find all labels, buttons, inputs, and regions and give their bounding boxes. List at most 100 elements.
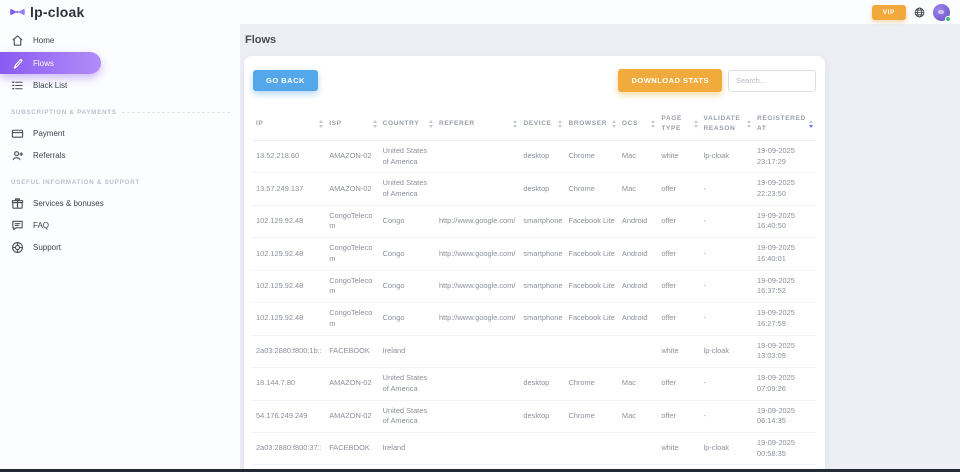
section-divider bbox=[122, 112, 230, 113]
table-row[interactable]: 13.52.218.60 AMAZON-02 United States of … bbox=[253, 140, 816, 172]
cell-referer bbox=[436, 400, 520, 432]
app-logo[interactable]: lp-cloak bbox=[10, 4, 85, 20]
column-header[interactable]: Page type bbox=[658, 108, 700, 140]
column-header-label: Country bbox=[383, 119, 420, 129]
table-row[interactable]: 102.129.92.48 CongoTelecom Congo http://… bbox=[253, 303, 816, 335]
flows-card: GO BACK DOWNLOAD STATS IP bbox=[244, 56, 825, 472]
cell-country: United States of America bbox=[380, 173, 436, 205]
download-stats-button[interactable]: DOWNLOAD STATS bbox=[618, 69, 722, 92]
payment-icon bbox=[11, 127, 24, 140]
cell-ocs: Mac bbox=[619, 400, 658, 432]
column-header[interactable]: OCS bbox=[619, 108, 658, 140]
cell-page-type: white bbox=[658, 140, 700, 172]
sidebar-item-label: Referrals bbox=[33, 151, 65, 160]
cell-country: Congo bbox=[380, 205, 436, 237]
column-header[interactable]: Validate reason bbox=[701, 108, 754, 140]
vip-button[interactable]: VIP bbox=[872, 5, 906, 20]
cell-page-type: offer bbox=[658, 270, 700, 302]
cell-device: smartphone bbox=[520, 270, 565, 302]
user-avatar[interactable] bbox=[933, 4, 950, 21]
cell-ip: 13.52.218.60 bbox=[253, 140, 326, 172]
flows-table: IP ISP bbox=[253, 108, 816, 465]
table-row[interactable]: 102.129.92.48 CongoTelecom Congo http://… bbox=[253, 238, 816, 270]
table-row[interactable]: 54.176.249.249 AMAZON-02 United States o… bbox=[253, 400, 816, 432]
cell-validate-reason: lp-cloak bbox=[701, 433, 754, 465]
go-back-button[interactable]: GO BACK bbox=[253, 70, 318, 91]
sidebar-item-support[interactable]: Support bbox=[0, 237, 240, 258]
sidebar-item-black-list[interactable]: Black List bbox=[0, 75, 240, 96]
column-header-inner: Page type bbox=[661, 114, 697, 134]
cell-browser: Chrome bbox=[565, 400, 618, 432]
sidebar-item-home[interactable]: Home bbox=[0, 30, 240, 51]
table-row[interactable]: 2a03:2880:f800:1b:: FACEBOOK Ireland whi… bbox=[253, 335, 816, 367]
cell-country: Congo bbox=[380, 270, 436, 302]
cell-country: Ireland bbox=[380, 335, 436, 367]
cell-validate-reason: - bbox=[701, 270, 754, 302]
table-header-row: IP ISP bbox=[253, 108, 816, 140]
gift-icon bbox=[11, 197, 24, 210]
sort-icon bbox=[373, 120, 377, 128]
faq-icon bbox=[11, 219, 24, 232]
language-globe-icon[interactable] bbox=[914, 7, 925, 18]
cell-ocs: Mac bbox=[619, 368, 658, 400]
sidebar-item-payment[interactable]: Payment bbox=[0, 123, 240, 144]
cell-referer: http://www.google.com/ bbox=[436, 205, 520, 237]
cell-isp: AMAZON-02 bbox=[326, 173, 379, 205]
support-icon bbox=[11, 241, 24, 254]
cell-referer bbox=[436, 368, 520, 400]
cell-browser: Facebook Lite bbox=[565, 238, 618, 270]
cell-browser bbox=[565, 433, 618, 465]
cell-country: United States of America bbox=[380, 368, 436, 400]
column-header[interactable]: ISP bbox=[326, 108, 379, 140]
cell-page-type: offer bbox=[658, 368, 700, 400]
cell-device bbox=[520, 335, 565, 367]
cell-browser bbox=[565, 335, 618, 367]
sidebar-item-flows[interactable]: Flows bbox=[0, 52, 101, 74]
cell-ip: 2a03:2880:f800:1b:: bbox=[253, 335, 326, 367]
table-row[interactable]: 18.144.7.80 AMAZON-02 United States of A… bbox=[253, 368, 816, 400]
home-icon bbox=[11, 34, 24, 47]
cell-browser: Facebook Lite bbox=[565, 205, 618, 237]
cell-registered-at: 19-09-2025 16:40:50 bbox=[754, 205, 816, 237]
table-row[interactable]: 13.57.249.137 AMAZON-02 United States of… bbox=[253, 173, 816, 205]
table-row[interactable]: 102.129.92.48 CongoTelecom Congo http://… bbox=[253, 270, 816, 302]
cell-device: desktop bbox=[520, 400, 565, 432]
column-header-inner: Validate reason bbox=[704, 114, 751, 134]
cell-ip: 102.129.92.48 bbox=[253, 270, 326, 302]
cell-country: United States of America bbox=[380, 400, 436, 432]
sidebar-item-services-bonuses[interactable]: Services & bonuses bbox=[0, 193, 240, 214]
cell-isp: AMAZON-02 bbox=[326, 400, 379, 432]
column-header-label: Browser bbox=[568, 119, 607, 129]
column-header[interactable]: Country bbox=[380, 108, 436, 140]
cell-country: Congo bbox=[380, 238, 436, 270]
cell-ip: 102.129.92.48 bbox=[253, 238, 326, 270]
column-header[interactable]: Device bbox=[520, 108, 565, 140]
column-header[interactable]: Browser bbox=[565, 108, 618, 140]
table-row[interactable]: 102.129.92.48 CongoTelecom Congo http://… bbox=[253, 205, 816, 237]
search-input[interactable] bbox=[728, 70, 816, 92]
sidebar-item-faq[interactable]: FAQ bbox=[0, 215, 240, 236]
column-header[interactable]: IP bbox=[253, 108, 326, 140]
column-header-label: Validate reason bbox=[704, 114, 745, 134]
cell-ocs: Mac bbox=[619, 140, 658, 172]
sidebar-item-label: Home bbox=[33, 36, 54, 45]
sidebar-item-referrals[interactable]: Referrals bbox=[0, 145, 240, 166]
cell-registered-at: 19-09-2025 00:58:35 bbox=[754, 433, 816, 465]
sort-icon bbox=[513, 120, 517, 128]
cell-ip: 54.176.249.249 bbox=[253, 400, 326, 432]
sort-icon bbox=[651, 120, 655, 128]
column-header[interactable]: Registered at bbox=[754, 108, 816, 140]
cell-registered-at: 19-09-2025 16:27:59 bbox=[754, 303, 816, 335]
cell-browser: Facebook Lite bbox=[565, 270, 618, 302]
column-header-label: IP bbox=[256, 119, 263, 129]
table-body: 13.52.218.60 AMAZON-02 United States of … bbox=[253, 140, 816, 465]
table-row[interactable]: 2a03:2880:f800:37:: FACEBOOK Ireland whi… bbox=[253, 433, 816, 465]
cell-country: Ireland bbox=[380, 433, 436, 465]
column-header-label: Page type bbox=[661, 114, 691, 134]
cell-isp: AMAZON-02 bbox=[326, 368, 379, 400]
column-header[interactable]: Referer bbox=[436, 108, 520, 140]
column-header-inner: Browser bbox=[568, 119, 615, 129]
sidebar-item-label: FAQ bbox=[33, 221, 49, 230]
cell-ip: 102.129.92.48 bbox=[253, 303, 326, 335]
cell-referer bbox=[436, 173, 520, 205]
